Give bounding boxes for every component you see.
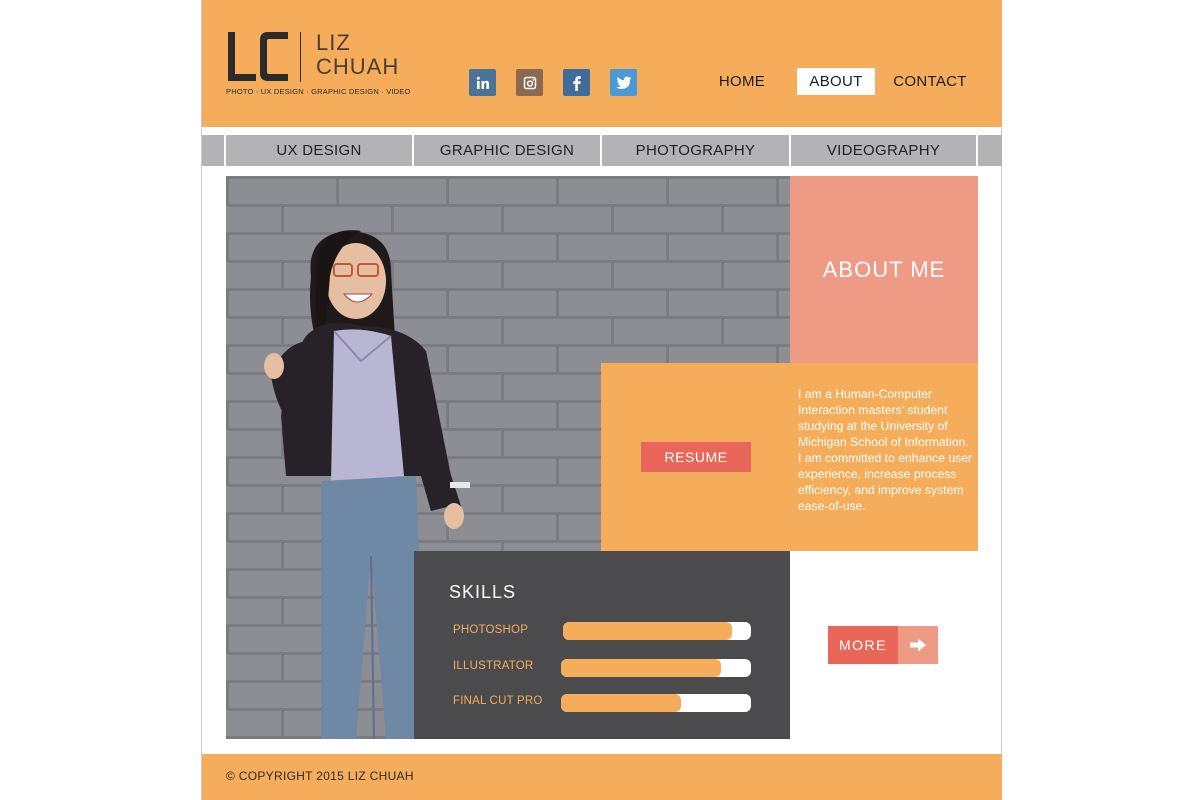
skill-bar-illustrator	[561, 659, 751, 677]
skill-label: PHOTOSHOP	[453, 624, 529, 636]
skill-bar-final-cut-pro	[561, 694, 751, 712]
linkedin-icon	[476, 76, 489, 89]
twitter-button[interactable]	[610, 69, 637, 96]
logo-monogram	[228, 32, 288, 81]
logo-last-name: CHUAH	[316, 54, 400, 79]
nav-home[interactable]: HOME	[710, 68, 774, 95]
skill-bar-fill	[561, 694, 681, 712]
about-me-panel: ABOUT ME	[790, 176, 978, 363]
page: LIZ CHUAH PHOTO · UX DESIGN · GRAPHIC DE…	[201, 0, 1002, 800]
copyright-text: © COPYRIGHT 2015 LIZ CHUAH	[226, 769, 414, 783]
category-bar: UX DESIGN GRAPHIC DESIGN PHOTOGRAPHY VID…	[202, 135, 1002, 166]
about-me-title: ABOUT ME	[822, 256, 946, 282]
facebook-icon	[572, 75, 581, 91]
category-bar-edge-left	[202, 135, 224, 166]
twitter-icon	[615, 76, 631, 89]
skill-bar-fill	[561, 659, 721, 677]
skill-label: ILLUSTRATOR	[453, 660, 534, 672]
skill-bar-fill	[563, 622, 733, 640]
arrow-right-icon	[898, 626, 938, 664]
logo-first-name: LIZ	[316, 30, 351, 55]
footer: © COPYRIGHT 2015 LIZ CHUAH	[202, 754, 1002, 800]
category-bar-edge-right	[978, 135, 1002, 166]
resume-button[interactable]: RESUME	[641, 442, 751, 472]
category-ux-design[interactable]: UX DESIGN	[226, 135, 412, 166]
header: LIZ CHUAH PHOTO · UX DESIGN · GRAPHIC DE…	[202, 0, 1002, 127]
category-graphic-design[interactable]: GRAPHIC DESIGN	[414, 135, 600, 166]
about-content-panel: RESUME I am a Human-Computer Interaction…	[601, 363, 978, 551]
logo-tagline: PHOTO · UX DESIGN · GRAPHIC DESIGN · VID…	[226, 87, 411, 96]
skills-title: SKILLS	[449, 582, 517, 602]
logo-divider	[300, 32, 301, 82]
more-button[interactable]: MORE	[828, 626, 938, 664]
category-videography[interactable]: VIDEOGRAPHY	[791, 135, 976, 166]
about-bio-text: I am a Human-Computer Interaction master…	[798, 387, 973, 513]
skill-bar-photoshop	[563, 622, 751, 640]
facebook-button[interactable]	[563, 69, 590, 96]
skill-label: FINAL CUT PRO	[453, 695, 543, 707]
instagram-icon	[523, 76, 536, 89]
skills-panel: SKILLS PHOTOSHOP ILLUSTRATOR FINAL CUT P…	[414, 551, 790, 739]
nav-contact[interactable]: CONTACT	[888, 68, 972, 95]
instagram-button[interactable]	[516, 69, 543, 96]
nav-about[interactable]: ABOUT	[797, 68, 875, 95]
category-photography[interactable]: PHOTOGRAPHY	[602, 135, 789, 166]
linkedin-button[interactable]	[469, 69, 496, 96]
logo[interactable]: LIZ CHUAH PHOTO · UX DESIGN · GRAPHIC DE…	[226, 30, 416, 100]
more-button-label: MORE	[828, 626, 898, 664]
